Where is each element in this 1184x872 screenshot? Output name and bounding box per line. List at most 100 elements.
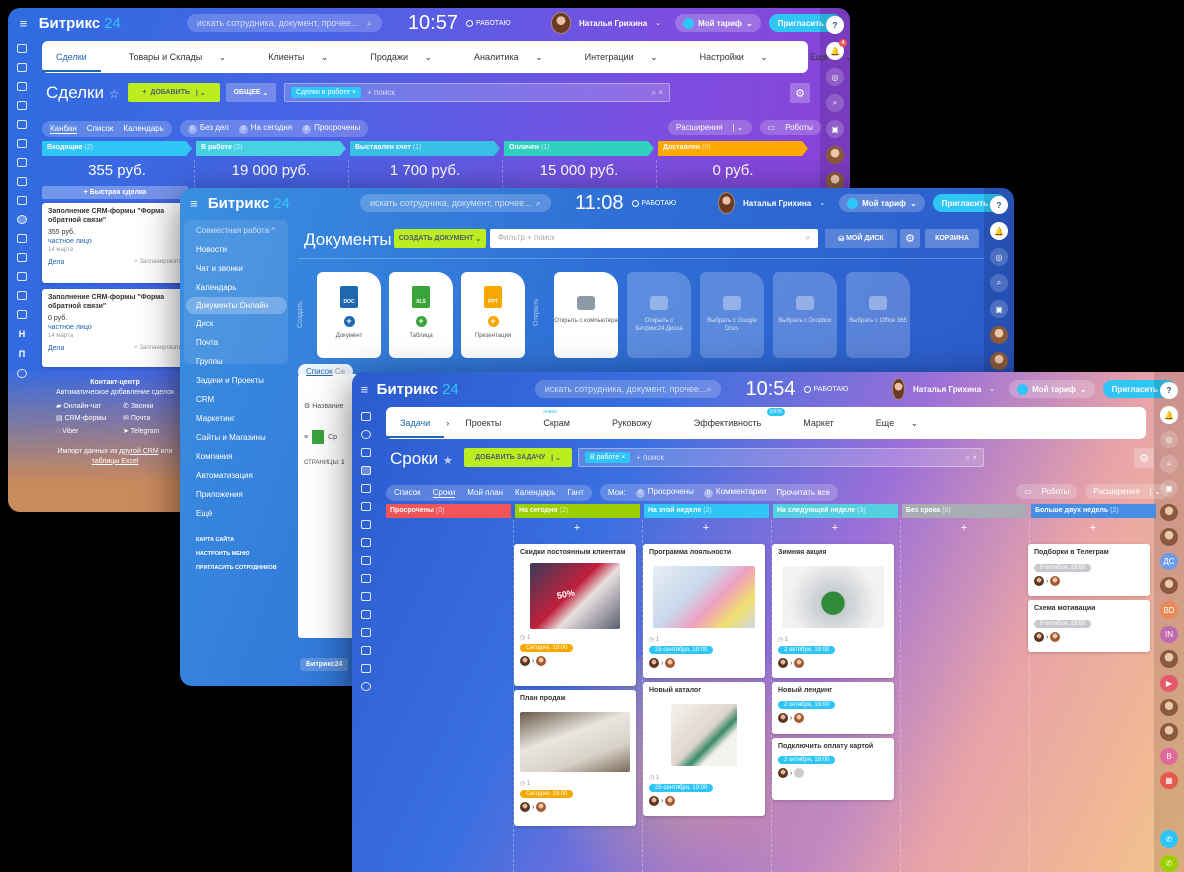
nav-item[interactable]: Совместная работа ^ <box>180 221 293 240</box>
crm-icon[interactable] <box>361 628 371 637</box>
deadline-tag[interactable]: 2 октября, 19:00 <box>778 700 836 709</box>
view-kanban[interactable]: Канбан <box>50 124 77 134</box>
task-card[interactable]: Подборки в Телеграм 9 октября, 19:00 › <box>1028 544 1150 596</box>
nav-link-small[interactable]: КАРТА САЙТА <box>180 533 293 547</box>
doc-icon[interactable] <box>361 556 371 565</box>
my-disk-button[interactable]: ⛁ МОЙ ДИСК <box>825 229 897 248</box>
tasks-icon[interactable] <box>361 466 371 475</box>
deal-card[interactable]: Заполнение CRM-формы "Форма обратной свя… <box>42 289 188 367</box>
add-task-plus-icon[interactable]: + <box>902 522 1026 534</box>
view-list[interactable]: Список <box>394 488 421 497</box>
logo[interactable]: Битрикс 24 <box>377 381 459 398</box>
calendar-icon[interactable] <box>361 538 371 547</box>
task-card[interactable]: Зимняя акция ◷ 1 2 октября, 19:00 › <box>772 544 894 678</box>
create-doc-card[interactable]: DOC + Документ <box>317 272 381 358</box>
more-icon[interactable] <box>17 369 27 378</box>
user-name[interactable]: Наталья Грихина <box>913 385 981 394</box>
right-search-icon[interactable]: ⌕ <box>826 94 844 112</box>
task-card[interactable]: Программа лояльности ◷ 1 25 сентября, 19… <box>643 544 765 678</box>
more-icon[interactable] <box>361 682 371 691</box>
column-header[interactable]: На сегодня (2) <box>515 504 640 518</box>
list-tab[interactable]: Список Се <box>298 364 354 379</box>
help-icon[interactable]: ? <box>826 16 844 34</box>
nav-link-small[interactable]: ПРИГЛАСИТЬ СОТРУДНИКОВ <box>180 561 293 575</box>
counter-no-tasks[interactable]: 0 Без дел <box>187 123 229 134</box>
search-input[interactable]: искать сотрудника, документ, прочее... ⌕ <box>359 194 551 212</box>
help-icon[interactable]: ? <box>1160 382 1178 400</box>
tab-deals[interactable]: Сделки <box>42 42 101 72</box>
calendar-icon[interactable] <box>17 101 27 110</box>
stage-header[interactable]: Доставлен (0) <box>658 141 808 156</box>
robot-icon[interactable] <box>361 646 371 655</box>
nav-item[interactable]: Новости <box>180 240 293 259</box>
sidebar-letter-p[interactable]: П <box>19 349 25 359</box>
task-card[interactable]: Подключить оплату картой 2 октября, 19:0… <box>772 738 894 800</box>
channel-mail[interactable]: ✉ Почта <box>123 414 188 424</box>
contact-initials[interactable]: B <box>1160 747 1178 765</box>
menu-icon[interactable]: ≡ <box>16 16 31 31</box>
general-button[interactable]: ОБЩЕЕ ⌄ <box>226 83 276 102</box>
flow-icon[interactable] <box>361 412 371 421</box>
company-icon[interactable] <box>17 272 27 281</box>
flow-icon[interactable] <box>17 44 27 53</box>
stage-header[interactable]: В работе (2) <box>196 141 346 156</box>
add-task-plus-icon[interactable]: + <box>773 522 897 534</box>
trash-button[interactable]: КОРЗИНА <box>925 229 979 248</box>
stage-header[interactable]: Оплачен (1) <box>504 141 654 156</box>
chat-icon[interactable] <box>17 82 27 91</box>
tab-more[interactable]: Еще ⌄ <box>782 52 850 63</box>
stage-header[interactable]: Выставлен счет (1) <box>350 141 500 156</box>
robots-button[interactable]: ▭ Роботы <box>1016 484 1078 499</box>
nav-item[interactable]: Маркетинг <box>180 409 293 428</box>
doc-icon[interactable] <box>17 120 27 129</box>
tab-clients[interactable]: Клиенты ⌄ <box>240 52 342 63</box>
messages-icon[interactable]: ▣ <box>990 300 1008 318</box>
open-source-card[interactable]: Открыть с компьютера <box>554 272 618 358</box>
nav-item[interactable]: Компания <box>180 447 293 466</box>
deadline-tag[interactable]: 25 сентября, 19:00 <box>649 783 714 792</box>
view-my-plan[interactable]: Мой план <box>467 488 503 497</box>
tab-market[interactable]: Маркет <box>789 418 847 428</box>
file-row[interactable]: ≡ Ср <box>304 430 337 444</box>
groups-icon[interactable] <box>17 177 27 186</box>
counter-overdue[interactable]: 0 Просрочены <box>635 487 694 498</box>
tab-integrations[interactable]: Интеграции ⌄ <box>557 52 672 63</box>
contact-avatar-icon[interactable] <box>1160 723 1178 741</box>
tariff-button[interactable]: Мой тариф ⌄ <box>675 14 761 32</box>
notifications-icon[interactable]: 🔔 <box>990 222 1008 240</box>
add-task-plus-icon[interactable]: + <box>644 522 768 534</box>
create-document-button[interactable]: СОЗДАТЬ ДОКУМЕНТ ⌄ <box>394 229 486 248</box>
work-status[interactable]: РАБОТАЮ <box>631 199 676 207</box>
view-calendar[interactable]: Календарь <box>123 124 163 133</box>
timeman-icon[interactable]: ◎ <box>1160 430 1178 449</box>
work-status[interactable]: РАБОТАЮ <box>803 385 848 393</box>
search-input[interactable]: искать сотрудника, документ, прочее... ⌕ <box>186 14 382 32</box>
view-list[interactable]: Список <box>87 124 114 133</box>
tab-scrum[interactable]: новое Скрам <box>515 409 598 428</box>
work-status[interactable]: РАБОТАЮ <box>465 19 511 27</box>
nav-item[interactable]: Почта <box>180 333 293 352</box>
avatar[interactable] <box>550 12 572 34</box>
nav-item[interactable]: Группы <box>180 352 293 371</box>
timeman-icon[interactable]: ◎ <box>826 68 844 86</box>
read-all-button[interactable]: Прочитать все <box>776 488 830 497</box>
create-xls-card[interactable]: XLS + Таблица <box>389 272 453 358</box>
contact-initials[interactable]: BD <box>1160 601 1178 619</box>
avatar[interactable] <box>718 192 736 214</box>
timeman-icon[interactable]: ◎ <box>990 248 1008 266</box>
import-excel-link[interactable]: таблицы Excel <box>92 458 139 465</box>
column-header[interactable]: На следующей неделе (3) <box>773 504 898 518</box>
marketing-icon[interactable] <box>17 234 27 243</box>
apps-icon[interactable] <box>361 664 371 673</box>
column-header[interactable]: Больше двух недель (2) <box>1031 504 1156 518</box>
task-card[interactable]: Скидки постоянным клиентам 50% ◷ 1 Сегод… <box>514 544 636 686</box>
contact-avatar-icon[interactable] <box>990 352 1008 370</box>
tariff-button[interactable]: Мой тариф ⌄ <box>839 194 925 212</box>
view-calendar[interactable]: Календарь <box>515 488 555 497</box>
nodes-icon[interactable] <box>361 484 371 493</box>
channel-telegram[interactable]: ➤ Telegram <box>123 427 188 437</box>
tab-supervising[interactable]: Руковожу <box>598 418 666 428</box>
open-source-card[interactable]: Открыть с Битрикс24.Диска <box>627 272 691 358</box>
add-task-button[interactable]: ДОБАВИТЬ ЗАДАЧУ | ⌄ <box>464 448 572 467</box>
target-icon[interactable] <box>361 430 371 439</box>
